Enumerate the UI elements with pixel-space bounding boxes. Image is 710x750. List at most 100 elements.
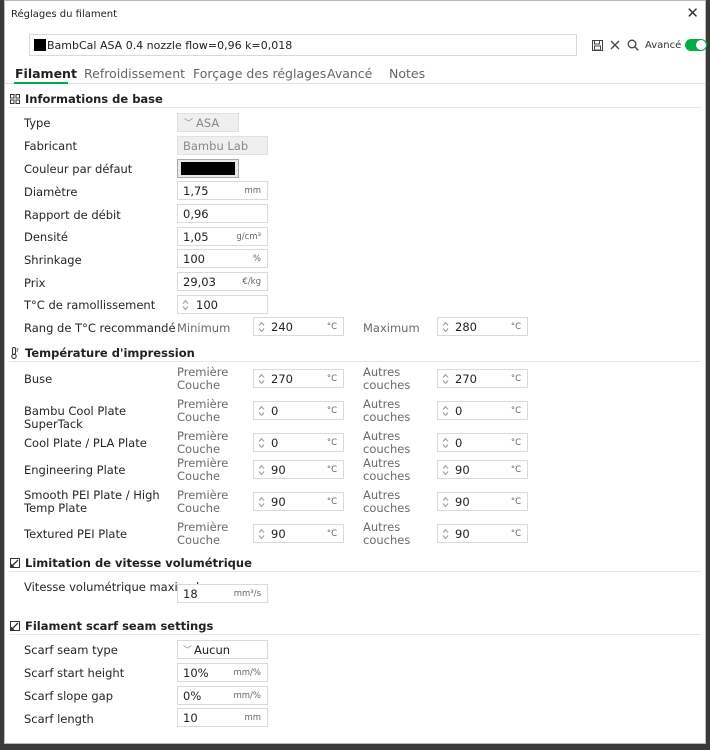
scarf-slope-gap-input[interactable]: 0% mm/%	[177, 686, 268, 705]
temp-unit: °C	[510, 437, 521, 448]
spinner-icon[interactable]	[440, 462, 450, 477]
diameter-value: 1,75	[183, 183, 209, 198]
range-max-input[interactable]: 280 °C	[437, 317, 528, 336]
diameter-unit: mm	[244, 185, 261, 196]
first-layer-label: Première Couche	[177, 397, 229, 424]
default-color-picker[interactable]	[177, 159, 239, 178]
temp-unit: °C	[326, 464, 337, 475]
scarf-length-input[interactable]: 10 mm	[177, 708, 268, 727]
spinner-icon[interactable]	[440, 403, 450, 418]
advanced-toggle[interactable]	[685, 39, 708, 51]
price-label: Prix	[24, 276, 46, 290]
other-layers-temp-input[interactable]: 90 °C	[437, 524, 528, 543]
flow-ratio-input[interactable]: 0,96	[177, 204, 268, 223]
shrinkage-input[interactable]: 100 %	[177, 249, 268, 268]
section-divider	[9, 361, 701, 362]
temp-row-label: Buse	[24, 372, 53, 386]
first-layer-temp-value: 0	[271, 403, 279, 418]
spinner-icon[interactable]	[440, 319, 450, 334]
other-layers-temp-value: 0	[455, 403, 463, 418]
other-layers-temp-value: 90	[455, 494, 470, 509]
other-layers-label: Autres couches	[363, 456, 411, 483]
filament-settings-window: Réglages du filament ✕ BambCal ASA 0.4 n…	[4, 0, 708, 744]
density-value: 1,05	[183, 229, 209, 244]
search-icon[interactable]	[625, 37, 641, 53]
recommended-range-label: Rang de T°C recommandé	[24, 321, 176, 335]
density-label: Densité	[24, 230, 68, 244]
type-label: Type	[24, 116, 51, 130]
spinner-icon[interactable]	[180, 297, 190, 312]
delete-icon[interactable]	[607, 37, 623, 53]
title-bar: Réglages du filament ✕	[5, 1, 705, 27]
first-layer-temp-value: 270	[271, 371, 293, 386]
temp-unit: °C	[326, 528, 337, 539]
default-color-label: Couleur par défaut	[24, 162, 133, 176]
softening-temp-input[interactable]: 100	[177, 295, 268, 314]
spinner-icon[interactable]	[440, 435, 450, 450]
first-layer-temp-input[interactable]: 0 °C	[253, 433, 344, 452]
scarf-seam-type-value: Aucun	[194, 642, 231, 657]
diameter-input[interactable]: 1,75 mm	[177, 181, 268, 200]
preset-name: BambCal ASA 0.4 nozzle flow=0,96 k=0,018	[47, 38, 293, 52]
section-divider	[9, 634, 701, 635]
tab-advanced[interactable]: Avancé	[327, 66, 372, 81]
spinner-icon[interactable]	[256, 462, 266, 477]
softening-temp-value: 100	[196, 297, 218, 312]
other-layers-temp-input[interactable]: 0 °C	[437, 433, 528, 452]
type-select[interactable]: ﹀ ASA	[177, 113, 239, 132]
preset-selector[interactable]: BambCal ASA 0.4 nozzle flow=0,96 k=0,018	[29, 34, 577, 56]
other-layers-label: Autres couches	[363, 429, 411, 456]
shrinkage-value: 100	[183, 251, 205, 266]
spinner-icon[interactable]	[256, 526, 266, 541]
save-icon[interactable]	[589, 37, 605, 53]
first-layer-temp-input[interactable]: 0 °C	[253, 401, 344, 420]
scarf-seam-type-select[interactable]: ﹀ Aucun	[177, 640, 268, 659]
spinner-icon[interactable]	[440, 371, 450, 386]
scarf-seam-type-label: Scarf seam type	[24, 643, 118, 657]
other-layers-temp-input[interactable]: 90 °C	[437, 492, 528, 511]
temp-unit: °C	[510, 373, 521, 384]
tab-cooling[interactable]: Refroidissement	[84, 66, 185, 81]
first-layer-temp-input[interactable]: 90 °C	[253, 524, 344, 543]
range-min-input[interactable]: 240 °C	[253, 317, 344, 336]
max-volumetric-speed-input[interactable]: 18 mm³/s	[177, 584, 268, 603]
other-layers-temp-input[interactable]: 90 °C	[437, 460, 528, 479]
spinner-icon[interactable]	[256, 319, 266, 334]
spinner-icon[interactable]	[440, 526, 450, 541]
max-volumetric-speed-unit: mm³/s	[233, 588, 261, 599]
first-layer-temp-value: 90	[271, 494, 286, 509]
tab-setting-overrides[interactable]: Forçage des réglages	[193, 66, 326, 81]
section-basic-info: Informations de base	[9, 92, 163, 106]
density-input[interactable]: 1,05 g/cm³	[177, 227, 268, 246]
spinner-icon[interactable]	[440, 494, 450, 509]
preset-toolbar: Avancé	[589, 36, 708, 54]
scarf-length-unit: mm	[244, 712, 261, 723]
temp-unit: °C	[510, 496, 521, 507]
tab-filament[interactable]: Filament	[15, 66, 77, 81]
scarf-start-height-input[interactable]: 10% mm/%	[177, 663, 268, 682]
scarf-slope-gap-label: Scarf slope gap	[24, 689, 114, 703]
first-layer-label: Première Couche	[177, 429, 229, 456]
temp-unit: °C	[326, 373, 337, 384]
temp-unit: °C	[326, 405, 337, 416]
spinner-icon[interactable]	[256, 494, 266, 509]
first-layer-temp-input[interactable]: 90 °C	[253, 460, 344, 479]
softening-temp-label: T°C de ramollissement	[24, 298, 156, 312]
other-layers-temp-input[interactable]: 0 °C	[437, 401, 528, 420]
vendor-field[interactable]: Bambu Lab	[177, 136, 268, 155]
first-layer-temp-input[interactable]: 90 °C	[253, 492, 344, 511]
section-title: Informations de base	[25, 92, 163, 106]
other-layers-label: Autres couches	[363, 365, 411, 392]
other-layers-temp-input[interactable]: 270 °C	[437, 369, 528, 388]
range-max-unit: °C	[510, 321, 521, 332]
price-input[interactable]: 29,03 €/kg	[177, 272, 268, 291]
tab-notes[interactable]: Notes	[389, 66, 425, 81]
scarf-slope-gap-value: 0%	[183, 688, 202, 703]
range-min-label: Minimum	[177, 321, 231, 335]
spinner-icon[interactable]	[256, 435, 266, 450]
thermometer-icon	[9, 347, 20, 359]
spinner-icon[interactable]	[256, 403, 266, 418]
close-icon[interactable]: ✕	[686, 5, 699, 21]
spinner-icon[interactable]	[256, 371, 266, 386]
first-layer-temp-input[interactable]: 270 °C	[253, 369, 344, 388]
